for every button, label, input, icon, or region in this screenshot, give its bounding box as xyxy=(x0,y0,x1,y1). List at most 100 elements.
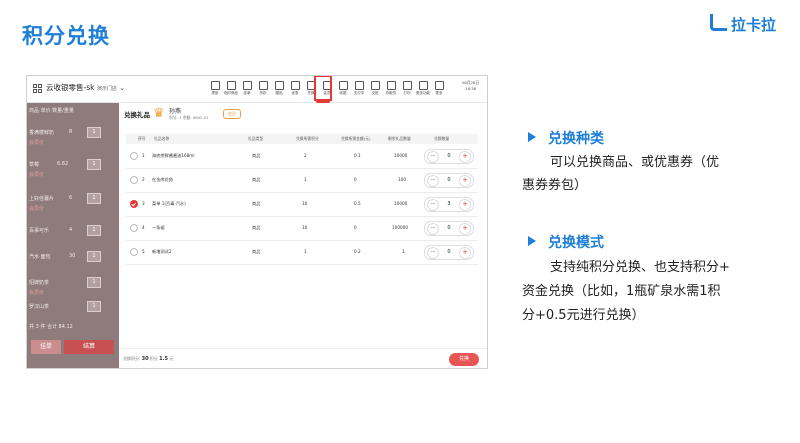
col-name: 礼品名称 xyxy=(154,136,170,141)
tool-5[interactable]: 优惠 xyxy=(287,78,303,96)
minus-button[interactable]: − xyxy=(427,175,439,187)
tool-label: 折扣 xyxy=(259,91,267,95)
section-text-line: 可以兑换商品、或优惠券（优 xyxy=(550,155,720,170)
cart-summary: 共 3 件 合计 84.12 xyxy=(29,324,73,330)
modal-footer: 兑换积分: 30 积分 1.5 元 兑换 xyxy=(119,348,487,368)
cart-item-price: 6 xyxy=(69,195,73,201)
row-stock: 1 xyxy=(402,249,405,254)
quantity-value[interactable]: 0 xyxy=(444,225,454,231)
grid-menu-icon[interactable] xyxy=(33,84,42,93)
select-radio[interactable] xyxy=(130,248,138,256)
quantity-stepper: − 0 + xyxy=(424,149,474,164)
cart-item-name: 香满楼鲜奶 xyxy=(29,130,55,136)
tool-10[interactable]: 交班 xyxy=(367,78,383,96)
table-row[interactable]: 5 新增测试2 商品 1 0.2 1 − 0 + xyxy=(126,241,478,265)
select-radio[interactable] xyxy=(130,152,138,160)
tool-11[interactable]: 存取货 xyxy=(383,78,399,96)
row-points: 10 xyxy=(302,225,308,230)
table-row[interactable]: 2 在金库花角 商品 1 0 100 − 0 + xyxy=(126,169,478,193)
exchange-button[interactable]: 兑换 xyxy=(449,353,479,366)
datetime: 08月28日 16:36 xyxy=(462,80,479,92)
tool-label: 收银 xyxy=(339,91,347,95)
cart-item-qty[interactable]: 1 xyxy=(87,277,101,288)
row-money: 0.5 xyxy=(354,201,361,206)
section-exchange-type: 兑换种类 xyxy=(528,128,604,148)
row-no: 2 xyxy=(142,177,145,182)
row-name: 菜单 1(百毒·汽水) xyxy=(152,201,186,206)
quantity-value[interactable]: 3 xyxy=(444,201,454,207)
tool-4[interactable]: 赠品 xyxy=(271,78,287,96)
plus-button[interactable]: + xyxy=(459,223,471,235)
tool-13[interactable]: 更多功能 xyxy=(415,78,431,96)
quantity-value[interactable]: 0 xyxy=(444,153,454,159)
plus-button[interactable]: + xyxy=(459,175,471,187)
minus-button[interactable]: − xyxy=(427,223,439,235)
table-row[interactable]: 4 一条裙 商品 10 0 100000 − 0 + xyxy=(126,217,478,241)
store-sub: 演示门店 xyxy=(96,86,117,92)
minus-button[interactable]: − xyxy=(427,247,439,259)
tool-label: 更多功能 xyxy=(416,91,430,95)
lightning-icon xyxy=(210,81,220,90)
store-selector[interactable]: 云收银零售-sk 演示门店 ⌄ xyxy=(46,82,125,93)
triangle-bullet-icon xyxy=(528,132,536,142)
triangle-bullet-icon xyxy=(528,236,536,246)
cart-item-qty[interactable]: 1 xyxy=(87,127,101,138)
time-text: 16:36 xyxy=(465,86,477,91)
exchange-highlight-box xyxy=(314,76,332,101)
select-radio-checked[interactable] xyxy=(130,200,138,208)
table-row-selected[interactable]: 3 菜单 1(百毒·汽水) 商品 10 0.5 10000 − 3 + xyxy=(126,193,478,217)
cart-item-sub: 会员价 xyxy=(29,290,45,296)
row-money: 0.2 xyxy=(354,249,361,254)
cart-item-name: 上好佳薯片 xyxy=(29,196,55,202)
plus-button[interactable]: + xyxy=(459,151,471,163)
tool-label: 存取货 xyxy=(385,91,397,95)
cart-item-qty[interactable]: 1 xyxy=(87,301,101,312)
exchange-summary: 兑换积分: 30 积分 1.5 元 xyxy=(123,356,173,362)
brand-logo: 拉卡拉 xyxy=(710,14,776,35)
section-title: 兑换种类 xyxy=(548,131,604,147)
row-points: 1 xyxy=(304,249,307,254)
app-header: 云收银零售-sk 演示门店 ⌄ 提前 临时商品 挂单 折扣 赠品 优惠 兑换 会… xyxy=(27,76,487,103)
plus-button[interactable]: + xyxy=(459,247,471,259)
quantity-stepper: − 3 + xyxy=(424,197,474,212)
cart-item-qty[interactable]: 1 xyxy=(87,193,101,204)
shift-icon xyxy=(370,81,380,90)
tool-0[interactable]: 提前 xyxy=(207,78,223,96)
cart-item-qty[interactable]: 1 xyxy=(87,225,101,236)
tool-1[interactable]: 临时商品 xyxy=(223,78,239,96)
section-exchange-mode: 兑换模式 xyxy=(528,232,604,252)
tool-12[interactable]: 打印 xyxy=(399,78,415,96)
bag-icon xyxy=(242,81,252,90)
checkout-button[interactable]: 结算 xyxy=(64,340,114,354)
tool-3[interactable]: 折扣 xyxy=(255,78,271,96)
minus-button[interactable]: − xyxy=(427,199,439,211)
quantity-value[interactable]: 0 xyxy=(444,249,454,255)
section-text-line: 分+0.5元进行兑换） xyxy=(522,308,645,323)
tool-14[interactable]: 更多 xyxy=(431,78,447,96)
table-header: 序号 礼品名称 礼品类型 兑换所需积分 兑换所需金额(元) 剩余礼品数量 兑换数… xyxy=(126,134,478,144)
row-no: 3 xyxy=(142,201,145,206)
row-no: 4 xyxy=(142,225,145,230)
cart-item-price: 8 xyxy=(69,129,73,135)
select-radio[interactable] xyxy=(130,176,138,184)
cart-item-qty[interactable]: 1 xyxy=(87,251,101,262)
tool-2[interactable]: 挂单 xyxy=(239,78,255,96)
minus-button[interactable]: − xyxy=(427,151,439,163)
cart-item-qty[interactable]: 1 xyxy=(87,159,101,170)
tool-9[interactable]: 支付中 xyxy=(351,78,367,96)
menu-icon xyxy=(434,81,444,90)
row-points: 2 xyxy=(304,153,307,158)
quantity-value[interactable]: 0 xyxy=(444,177,454,183)
tool-label: 临时商品 xyxy=(224,91,238,95)
col-no: 序号 xyxy=(138,136,146,141)
quantity-stepper: − 0 + xyxy=(424,245,474,260)
col-qty: 兑换数量 xyxy=(434,136,450,141)
row-stock: 100000 xyxy=(392,225,408,230)
tool-8[interactable]: 收银 xyxy=(335,78,351,96)
summary-points: 30 xyxy=(141,356,149,362)
hold-order-button[interactable]: 挂单 xyxy=(31,340,61,354)
table-row[interactable]: 1 海底捞鲜酱酱油168ml 商品 2 0.1 10000 − 0 + xyxy=(126,145,478,169)
plus-button[interactable]: + xyxy=(459,199,471,211)
select-radio[interactable] xyxy=(130,224,138,232)
cash-icon xyxy=(338,81,348,90)
